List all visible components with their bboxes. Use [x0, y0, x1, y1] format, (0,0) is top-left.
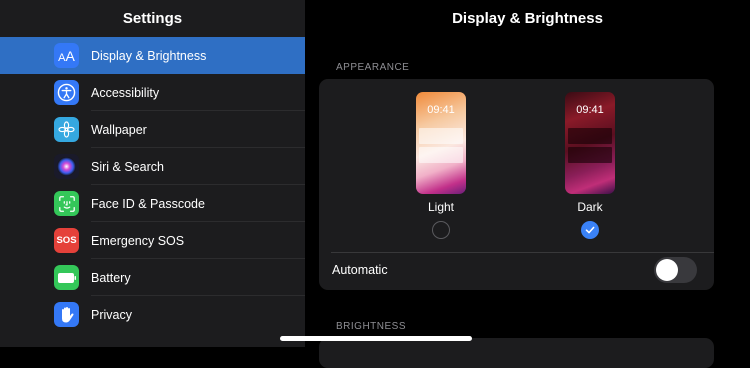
dark-preview-time: 09:41	[576, 104, 604, 116]
face-id-icon	[54, 191, 79, 216]
brightness-section-header: BRIGHTNESS	[336, 321, 407, 332]
dark-mode-preview[interactable]: 09:41	[565, 92, 615, 194]
sos-icon: SOS	[54, 228, 79, 253]
sidebar-item-face-id-passcode[interactable]: Face ID & Passcode	[0, 185, 305, 222]
wallpaper-icon	[54, 117, 79, 142]
sidebar-item-accessibility[interactable]: Accessibility	[0, 74, 305, 111]
dark-mode-label: Dark	[577, 200, 603, 214]
sidebar-item-display-brightness[interactable]: AA Display & Brightness	[0, 37, 305, 74]
light-mode-radio[interactable]	[432, 221, 450, 239]
siri-icon	[54, 154, 79, 179]
sidebar-item-label: Privacy	[91, 307, 132, 322]
light-preview-time: 09:41	[427, 104, 455, 116]
checkmark-icon	[585, 226, 595, 234]
sidebar-item-label: Emergency SOS	[91, 233, 185, 248]
automatic-toggle[interactable]	[654, 257, 697, 283]
sidebar-item-siri-search[interactable]: Siri & Search	[0, 148, 305, 185]
sidebar-item-label: Display & Brightness	[91, 48, 207, 63]
appearance-section-header: APPEARANCE	[336, 62, 410, 73]
sidebar-item-label: Battery	[91, 270, 131, 285]
sos-icon-text: SOS	[56, 235, 77, 246]
dark-mode-radio[interactable]	[581, 221, 599, 239]
sidebar-list: AA Display & Brightness Accessibility Wa…	[0, 37, 305, 333]
sidebar-item-label: Wallpaper	[91, 122, 147, 137]
sidebar-item-label: Face ID & Passcode	[91, 196, 205, 211]
card-separator	[331, 252, 714, 253]
home-indicator[interactable]	[280, 336, 472, 341]
accessibility-icon	[54, 80, 79, 105]
toggle-knob	[656, 259, 678, 281]
sidebar-item-battery[interactable]: Battery	[0, 259, 305, 296]
light-mode-preview[interactable]: 09:41	[416, 92, 466, 194]
light-mode-label: Light	[427, 200, 455, 214]
sidebar-item-label: Accessibility	[91, 85, 160, 100]
automatic-label: Automatic	[332, 263, 388, 277]
sidebar: Settings AA Display & Brightness Accessi…	[0, 0, 305, 347]
page-title: Display & Brightness	[452, 10, 603, 27]
sidebar-item-wallpaper[interactable]: Wallpaper	[0, 111, 305, 148]
sidebar-item-label: Siri & Search	[91, 159, 164, 174]
sidebar-item-emergency-sos[interactable]: SOS Emergency SOS	[0, 222, 305, 259]
display-brightness-icon: AA	[54, 43, 79, 68]
brightness-card	[319, 338, 714, 368]
appearance-card: 09:41 Light 09:41 Dark Automatic	[319, 79, 714, 290]
sidebar-title: Settings	[122, 10, 183, 27]
privacy-hand-icon	[54, 302, 79, 327]
battery-icon	[54, 265, 79, 290]
detail-pane: Display & Brightness APPEARANCE 09:41 Li…	[305, 0, 750, 368]
sidebar-item-privacy[interactable]: Privacy	[0, 296, 305, 333]
